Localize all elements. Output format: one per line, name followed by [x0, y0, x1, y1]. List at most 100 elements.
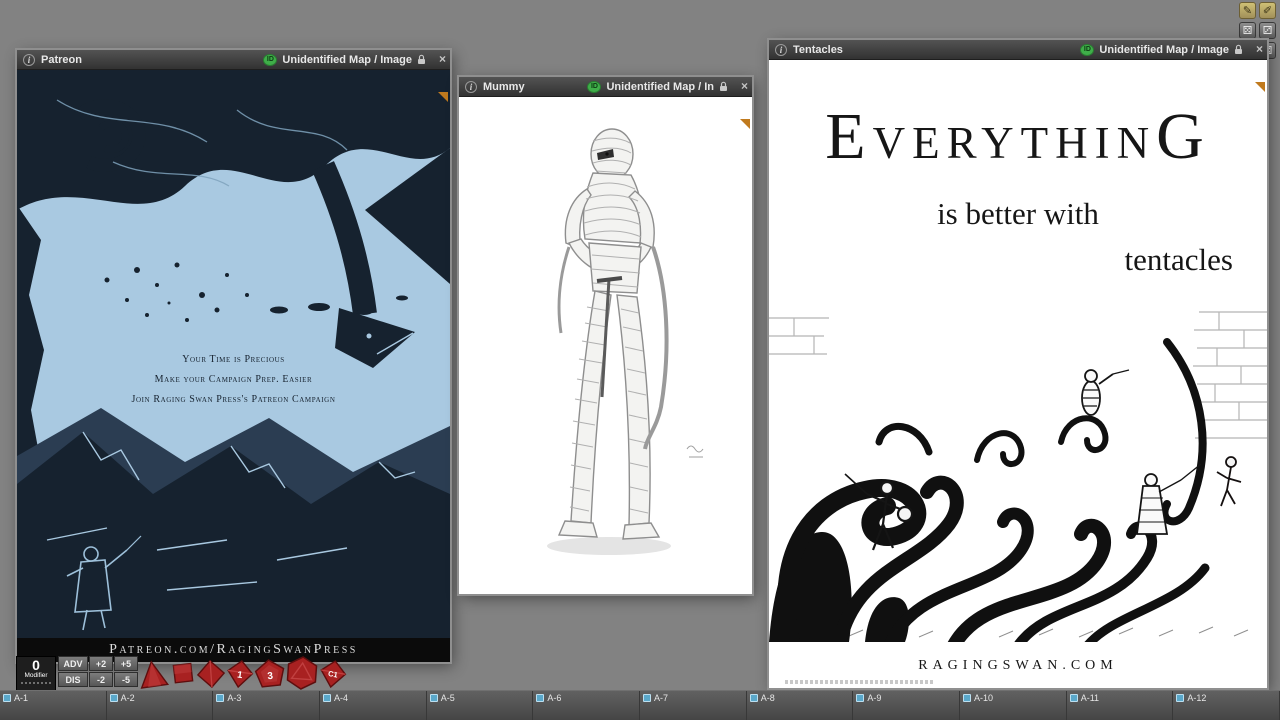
patreon-tagline: Make your Campaign Prep. Easier [17, 374, 450, 385]
svg-text:C1: C1 [327, 669, 338, 680]
hotkey-label: A-2 [121, 693, 135, 703]
patreon-tagline: Join Raging Swan Press's Patreon Campaig… [17, 394, 450, 405]
close-icon[interactable]: × [439, 50, 446, 68]
hotkey-chip-icon [323, 694, 331, 702]
tentacles-titlebar[interactable]: i Tentacles ID Unidentified Map / Image … [769, 40, 1267, 60]
hotkey-chip-icon [430, 694, 438, 702]
poster-footer-url: RAGINGSWAN.COM [769, 658, 1267, 674]
lock-icon[interactable] [1234, 44, 1243, 55]
radial-pin-icon[interactable] [740, 119, 750, 129]
hotkey-slot[interactable]: A-7 [640, 691, 747, 720]
window-type-label: Unidentified Map / Image [282, 54, 412, 66]
hotkey-label: A-5 [441, 693, 455, 703]
mummy-artwork[interactable] [459, 97, 752, 594]
hotkey-bar: A-1 A-2 A-3 A-4 A-5 A-6 A-7 A-8 A-9 A-10… [0, 690, 1280, 720]
radial-pin-icon[interactable] [1255, 82, 1265, 92]
info-icon[interactable]: i [23, 54, 35, 66]
patreon-titlebar[interactable]: i Patreon ID Unidentified Map / Image × [17, 50, 450, 70]
hotkey-slot[interactable]: A-2 [107, 691, 214, 720]
hotkey-slot[interactable]: A-3 [213, 691, 320, 720]
lock-icon[interactable] [417, 54, 426, 65]
hotkey-chip-icon [110, 694, 118, 702]
patreon-window[interactable]: i Patreon ID Unidentified Map / Image × [17, 50, 450, 662]
minus5-button[interactable]: -5 [114, 672, 138, 687]
id-badge-icon: ID [263, 54, 277, 66]
tentacles-illustration [769, 302, 1267, 642]
hotkey-label: A-9 [867, 693, 881, 703]
hotkey-chip-icon [536, 694, 544, 702]
patreon-tagline: Your Time is Precious [17, 354, 450, 365]
modifier-label: Modifier [17, 672, 55, 680]
hotkey-slot[interactable]: A-8 [747, 691, 854, 720]
modifier-buttons: ADV +2 +5 DIS -2 -5 [58, 656, 138, 694]
mummy-illustration [459, 97, 752, 594]
hotkey-slot[interactable]: A-4 [320, 691, 427, 720]
hotkey-label: A-10 [974, 693, 993, 703]
info-icon[interactable]: i [465, 81, 477, 93]
hotkey-label: A-11 [1081, 693, 1099, 703]
tentacles-poster[interactable]: EVERYTHING is better with tentacles [769, 60, 1267, 688]
window-title: Mummy [483, 81, 525, 93]
patreon-artwork[interactable]: Your Time is Precious Make your Campaign… [17, 70, 450, 638]
hotkey-chip-icon [643, 694, 651, 702]
id-badge-icon: ID [1080, 44, 1094, 56]
hotkey-label: A-4 [334, 693, 348, 703]
hotkey-label: A-12 [1187, 693, 1206, 703]
titlebar-right-group: ID Unidentified Map / Image [263, 54, 426, 66]
hotkey-label: A-3 [227, 693, 241, 703]
modifier-value: 0 [17, 658, 55, 672]
hotkey-label: A-8 [761, 693, 775, 703]
hotkey-chip-icon [856, 694, 864, 702]
window-title: Patreon [41, 54, 82, 66]
hotkey-chip-icon [750, 694, 758, 702]
close-icon[interactable]: × [1256, 40, 1263, 58]
poster-heading: EVERYTHING [769, 104, 1267, 170]
window-type-label: Unidentified Map / Image [1099, 44, 1229, 56]
pointer-tool-icon[interactable]: ✐ [1259, 2, 1276, 19]
patreon-taglines: Your Time is Precious Make your Campaign… [17, 354, 450, 405]
modifier-box[interactable]: 0 Modifier [16, 656, 56, 694]
info-icon[interactable]: i [775, 44, 787, 56]
hotkey-label: A-6 [547, 693, 561, 703]
hotkey-chip-icon [963, 694, 971, 702]
hotkey-chip-icon [3, 694, 11, 702]
modifier-stack: 0 Modifier ADV +2 +5 DIS -2 -5 [16, 656, 138, 694]
plus2-button[interactable]: +2 [89, 656, 113, 671]
tentacles-window[interactable]: i Tentacles ID Unidentified Map / Image … [769, 40, 1267, 688]
hotkey-slot[interactable]: A-10 [960, 691, 1067, 720]
hotkey-slot[interactable]: A-9 [853, 691, 960, 720]
hotkey-chip-icon [216, 694, 224, 702]
window-title: Tentacles [793, 44, 843, 56]
mummy-titlebar[interactable]: i Mummy ID Unidentified Map / In × [459, 77, 752, 97]
pencil-tool-icon[interactable]: ✎ [1239, 2, 1256, 19]
die-shortcut-icon[interactable]: ⚂ [1259, 22, 1276, 39]
dis-button[interactable]: DIS [58, 672, 88, 687]
heading-letter: E [825, 100, 872, 173]
hotkey-label: A-7 [654, 693, 668, 703]
poster-subline: is better with [769, 196, 1267, 232]
close-icon[interactable]: × [741, 77, 748, 95]
poster-subline-2: tentacles [769, 242, 1267, 278]
d100-die[interactable]: C1 [314, 654, 351, 693]
titlebar-right-group: ID Unidentified Map / Image [1080, 44, 1243, 56]
hotkey-slot[interactable]: A-11 [1067, 691, 1174, 720]
hotkey-slot[interactable]: A-5 [427, 691, 534, 720]
heading-middle: VERYTHIN [873, 118, 1156, 168]
die-shortcut-icon[interactable]: ⚄ [1239, 22, 1256, 39]
adv-button[interactable]: ADV [58, 656, 88, 671]
dice-tray: 1 3 C1 [140, 655, 349, 691]
hotkey-slot[interactable]: A-1 [0, 691, 107, 720]
titlebar-right-group: ID Unidentified Map / In [587, 81, 728, 93]
mummy-window[interactable]: i Mummy ID Unidentified Map / In × [459, 77, 752, 594]
hotkey-chip-icon [1176, 694, 1184, 702]
credit-text [785, 680, 935, 684]
hotkey-slot[interactable]: A-12 [1173, 691, 1280, 720]
hotkey-chip-icon [1070, 694, 1078, 702]
window-type-label: Unidentified Map / In [606, 81, 714, 93]
draw-tool-row: ✎ ✐ [1239, 2, 1276, 19]
radial-pin-icon[interactable] [438, 92, 448, 102]
id-badge-icon: ID [587, 81, 601, 93]
minus2-button[interactable]: -2 [89, 672, 113, 687]
hotkey-slot[interactable]: A-6 [533, 691, 640, 720]
lock-icon[interactable] [719, 81, 728, 92]
